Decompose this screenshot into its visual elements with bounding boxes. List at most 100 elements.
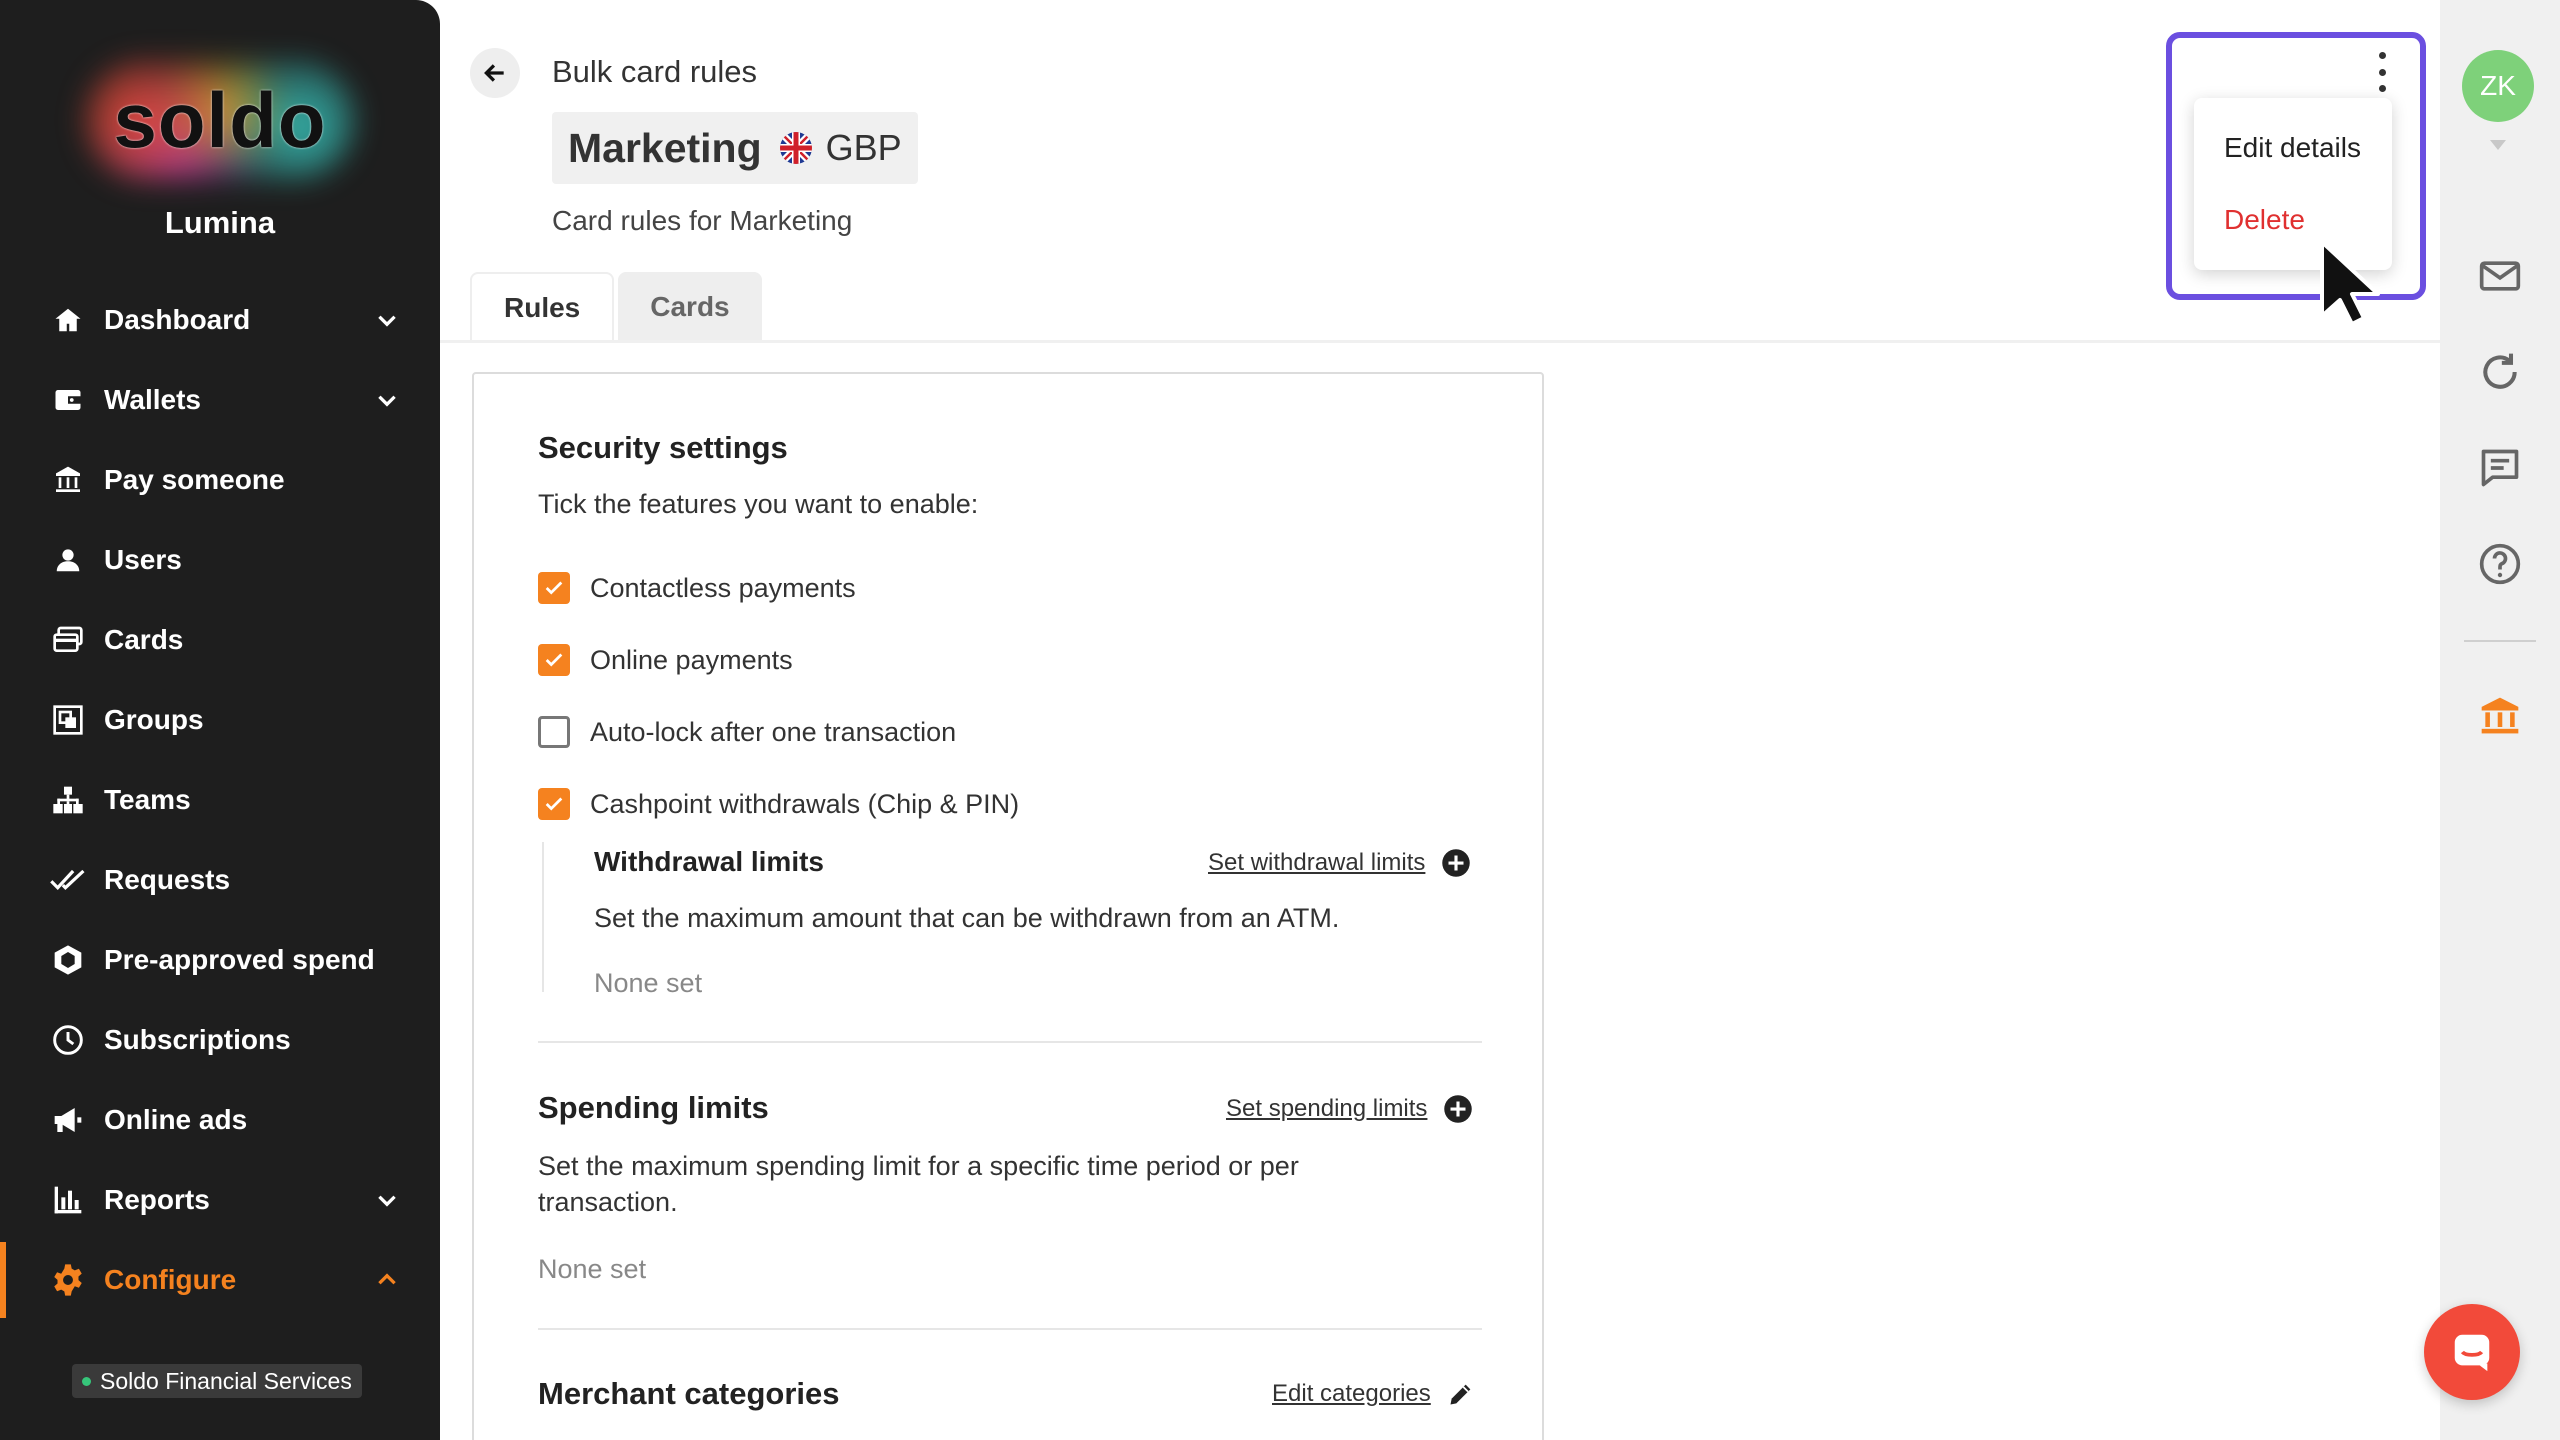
more-options-icon[interactable]	[2370, 52, 2394, 92]
delete-menu-item[interactable]: Delete	[2224, 204, 2305, 236]
checkbox-checked[interactable]	[538, 644, 570, 676]
megaphone-icon	[50, 1102, 86, 1138]
home-icon	[50, 302, 86, 338]
merchant-categories-title: Merchant categories	[538, 1376, 840, 1411]
intercom-chat-icon	[2454, 1334, 2490, 1372]
option-label: Contactless payments	[590, 572, 856, 603]
bar-chart-icon	[50, 1182, 86, 1218]
sidebar-item-configure[interactable]: Configure	[0, 1240, 440, 1320]
sidebar-item-subscriptions[interactable]: Subscriptions	[0, 1000, 440, 1080]
chat-icon[interactable]	[2478, 446, 2522, 490]
chevron-down-icon[interactable]	[374, 307, 400, 333]
set-spending-limits-link[interactable]: Set spending limits	[1226, 1094, 1473, 1124]
refresh-icon[interactable]	[2478, 350, 2522, 394]
chevron-down-icon[interactable]	[374, 1187, 400, 1213]
tab-bar: Rules Cards	[470, 272, 766, 342]
tab-cards[interactable]: Cards	[618, 272, 762, 342]
soldo-logo[interactable]: soldo	[0, 60, 440, 180]
security-settings-title: Security settings	[538, 430, 788, 465]
set-withdrawal-limits-link[interactable]: Set withdrawal limits	[1208, 848, 1471, 878]
mail-icon[interactable]	[2478, 254, 2522, 298]
back-button[interactable]	[470, 48, 520, 98]
clock-icon	[50, 1022, 86, 1058]
sidebar-item-dashboard[interactable]: Dashboard	[0, 280, 440, 360]
uk-flag-icon	[779, 132, 812, 164]
edit-details-menu-item[interactable]: Edit details	[2224, 132, 2361, 164]
sidebar: soldo Lumina Dashboard Wallets Pay someo…	[0, 0, 440, 1440]
sidebar-item-label: Pre-approved spend	[104, 944, 375, 975]
sidebar-item-label: Online ads	[104, 1104, 248, 1135]
plus-circle-icon	[1444, 1095, 1473, 1123]
right-rail: ZK	[2440, 0, 2560, 1440]
sidebar-item-label: Subscriptions	[104, 1024, 291, 1055]
sidebar-nav: Dashboard Wallets Pay someone Users Card…	[0, 280, 440, 1320]
rail-divider	[2464, 640, 2536, 642]
sidebar-item-label: Groups	[104, 704, 204, 735]
wallet-icon	[50, 382, 86, 418]
checkbox-checked[interactable]	[538, 572, 570, 604]
sidebar-item-wallets[interactable]: Wallets	[0, 360, 440, 440]
withdrawal-indent-line	[542, 842, 544, 992]
online-payments-option[interactable]: Online payments	[538, 644, 793, 676]
edit-categories-link[interactable]: Edit categories	[1272, 1380, 1475, 1408]
breadcrumb: Bulk card rules	[552, 54, 758, 89]
option-label: Auto-lock after one transaction	[590, 716, 957, 747]
help-icon[interactable]	[2478, 542, 2522, 586]
chevron-down-icon[interactable]	[374, 387, 400, 413]
security-instruction: Tick the features you want to enable:	[538, 489, 979, 519]
avatar[interactable]: ZK	[2462, 50, 2534, 122]
support-chat-button[interactable]	[2424, 1304, 2520, 1400]
section-divider	[538, 1041, 1482, 1043]
financial-services-badge: Soldo Financial Services	[72, 1364, 362, 1398]
cashpoint-withdrawals-option[interactable]: Cashpoint withdrawals (Chip & PIN)	[538, 788, 1019, 820]
sidebar-item-label: Cards	[104, 624, 184, 655]
sidebar-item-label: Teams	[104, 784, 191, 815]
sidebar-item-groups[interactable]: Groups	[0, 680, 440, 760]
tab-rules[interactable]: Rules	[470, 272, 615, 342]
cards-icon	[50, 622, 86, 658]
section-divider	[538, 1328, 1482, 1330]
sidebar-item-label: Wallets	[104, 384, 201, 415]
sidebar-item-cards[interactable]: Cards	[0, 600, 440, 680]
option-label: Cashpoint withdrawals (Chip & PIN)	[590, 788, 1020, 819]
currency-code: GBP	[825, 127, 902, 168]
sidebar-item-pay-someone[interactable]: Pay someone	[0, 440, 440, 520]
tabs-divider	[440, 340, 2440, 343]
logo-text: soldo	[113, 75, 327, 164]
sidebar-item-users[interactable]: Users	[0, 520, 440, 600]
sidebar-item-pre-approved-spend[interactable]: Pre-approved spend	[0, 920, 440, 1000]
sidebar-item-label: Users	[104, 544, 182, 575]
option-label: Online payments	[590, 644, 793, 675]
contactless-option[interactable]: Contactless payments	[538, 572, 856, 604]
chevron-up-icon[interactable]	[374, 1267, 400, 1293]
spending-description: Set the maximum spending limit for a spe…	[538, 1151, 1299, 1217]
spending-limits-title: Spending limits	[538, 1090, 769, 1125]
withdrawal-description: Set the maximum amount that can be withd…	[594, 903, 1340, 933]
link-label: Edit categories	[1272, 1380, 1431, 1407]
organization-name: Lumina	[164, 205, 276, 240]
sidebar-item-requests[interactable]: Requests	[0, 840, 440, 920]
link-label: Set spending limits	[1226, 1095, 1428, 1122]
auto-lock-option[interactable]: Auto-lock after one transaction	[538, 716, 956, 748]
caret-down-icon[interactable]	[2488, 138, 2508, 152]
sidebar-item-label: Requests	[104, 864, 231, 895]
checkbox-unchecked[interactable]	[538, 716, 570, 748]
spending-value: None set	[538, 1254, 647, 1284]
pencil-icon	[1450, 1384, 1471, 1405]
checkbox-checked[interactable]	[538, 788, 570, 820]
sidebar-item-online-ads[interactable]: Online ads	[0, 1080, 440, 1160]
check-icon	[545, 581, 563, 595]
sidebar-item-label: Dashboard	[104, 304, 251, 335]
bank-icon[interactable]	[2478, 694, 2522, 738]
teams-icon	[50, 782, 86, 818]
hexagon-icon	[50, 942, 86, 978]
page-title-box: Marketing GBP	[552, 112, 918, 184]
sidebar-item-teams[interactable]: Teams	[0, 760, 440, 840]
sidebar-item-reports[interactable]: Reports	[0, 1160, 440, 1240]
link-label: Set withdrawal limits	[1208, 849, 1426, 876]
double-check-icon	[50, 862, 86, 898]
check-icon	[545, 653, 563, 667]
plus-circle-icon	[1442, 849, 1471, 877]
gear-icon	[50, 1262, 86, 1298]
mouse-pointer-icon	[2320, 240, 2380, 326]
